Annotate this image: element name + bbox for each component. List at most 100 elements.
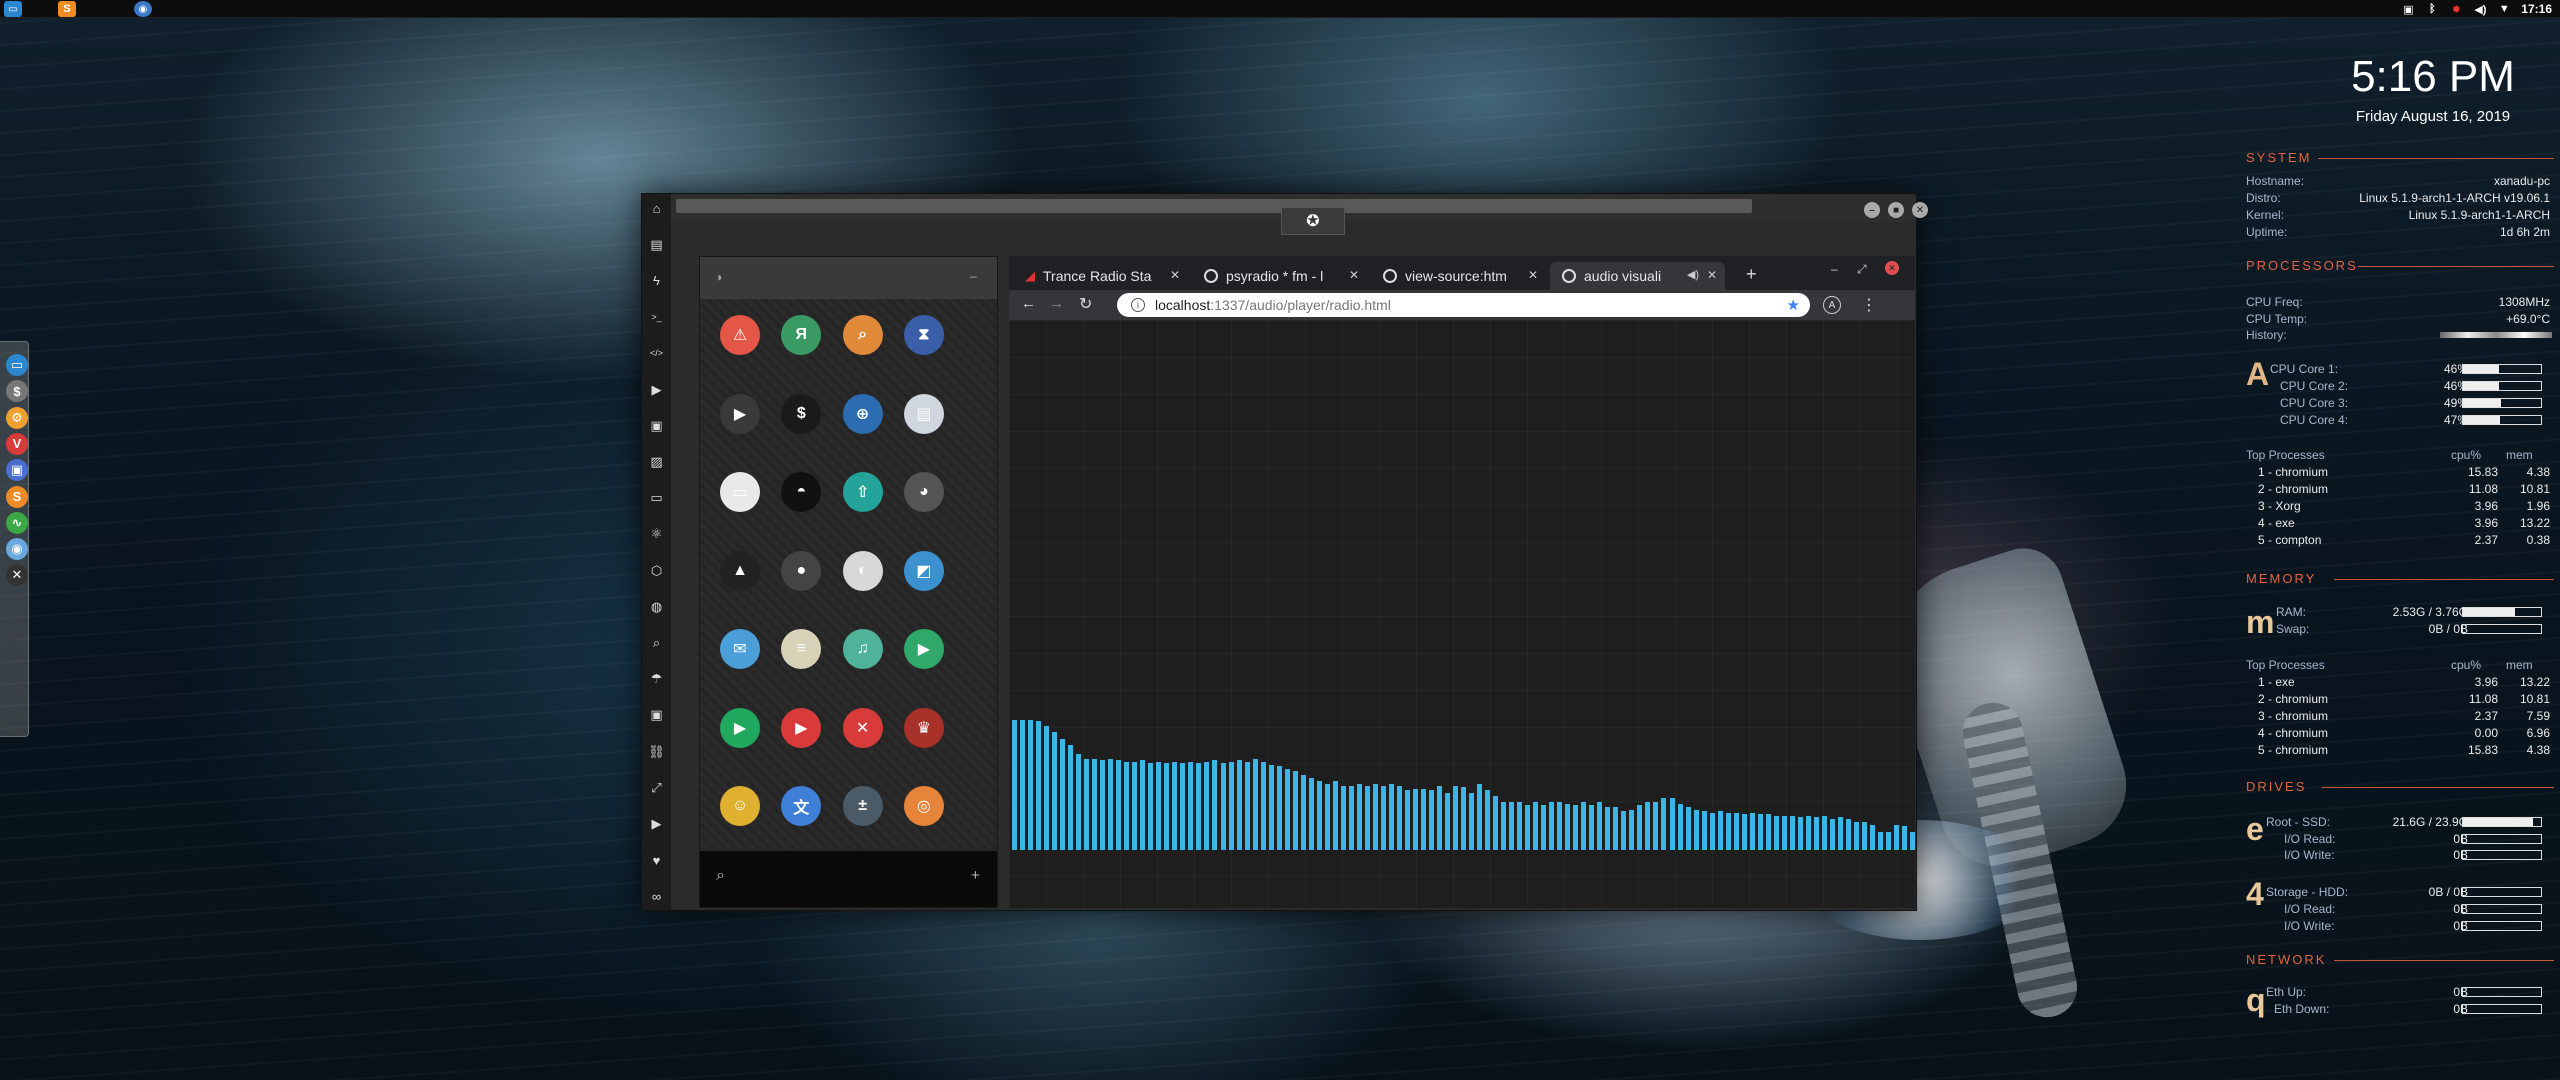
tab-trance-radio[interactable]: ◢ Trance Radio Sta ✕ <box>1013 262 1188 290</box>
infinity-icon[interactable]: ∞ <box>648 888 665 905</box>
deathstar-app-icon[interactable]: ● <box>781 550 822 591</box>
player-app-icon[interactable]: ▶ <box>720 707 760 748</box>
wifi-icon[interactable]: ▼ <box>2497 3 2511 15</box>
drawer-search-bar[interactable]: ⌕ + <box>700 851 997 907</box>
drawer-collapse-button[interactable]: – <box>970 269 977 283</box>
back-button[interactable]: ← <box>1021 295 1036 312</box>
mail-app-icon[interactable]: ✉ <box>720 629 760 669</box>
calculator-app-icon[interactable]: ± <box>842 786 883 826</box>
browser-minimize-button[interactable]: – <box>1831 262 1838 276</box>
link-icon[interactable]: ⛓ <box>648 743 665 760</box>
youtube-icon[interactable]: ▶ <box>648 815 665 832</box>
close-tab-icon[interactable]: ✕ <box>1349 268 1359 282</box>
files-icon[interactable]: ▭ <box>4 1 22 17</box>
browser-close-button[interactable]: ✕ <box>1885 261 1899 275</box>
code-icon[interactable]: </> <box>648 345 665 362</box>
new-tab-button[interactable]: + <box>1746 264 1757 285</box>
close-tab-icon[interactable]: ✕ <box>1707 268 1717 282</box>
moon-app-icon[interactable]: ◐ <box>842 550 883 591</box>
globe-app-icon[interactable]: ⊕ <box>842 393 883 434</box>
theme-toggle-icon[interactable]: ◑ <box>715 270 722 284</box>
home-icon[interactable]: ⌂ <box>648 200 665 217</box>
radio-icon: ◢ <box>1025 268 1035 283</box>
window-titlebar[interactable]: ✪ – ■ ✕ <box>671 194 1928 235</box>
reload-button[interactable]: ↻ <box>1079 294 1092 314</box>
window-app-icon[interactable]: ▭ <box>720 472 760 512</box>
screens-icon[interactable]: ▣ <box>648 417 665 434</box>
screen-icon[interactable]: ▣ <box>6 459 28 482</box>
image-icon[interactable]: ▨ <box>648 453 665 470</box>
extension-icon[interactable]: A <box>1823 296 1841 314</box>
maps-app-icon[interactable]: ◩ <box>903 550 944 591</box>
bluetooth-icon[interactable]: ᛒ <box>2425 3 2439 15</box>
github-app-icon[interactable]: ◕ <box>903 472 944 512</box>
files-icon[interactable]: ▭ <box>6 354 28 376</box>
monitor-icon[interactable]: ∿ <box>6 511 28 534</box>
panel-clock[interactable]: 17:16 <box>2521 2 2552 16</box>
bolt-icon[interactable]: ϟ <box>648 272 665 289</box>
x-app-icon[interactable]: ✕ <box>6 564 28 587</box>
notes-app-icon[interactable]: ≡ <box>781 629 822 669</box>
hourglass-app-icon[interactable]: ⧗ <box>903 315 944 355</box>
app-window: ⌂ ▤ ϟ >_ </> ▶ ▣ ▨ ▭ ⚛ ⬡ ◍ ⌕ ☂ ▣ ⛓ ⤢ ▶ ♥ ∞ ✪ – ■ ✕ ◑ – ⚠ Я ⌕ ⧗… <box>641 193 1928 911</box>
maximize-button[interactable]: ■ <box>1888 202 1904 218</box>
search-icon[interactable]: ⌕ <box>648 634 665 651</box>
volume-icon[interactable]: ◀) <box>2473 3 2487 16</box>
globe-icon[interactable]: ◍ <box>648 598 665 615</box>
search-icon[interactable]: ⌕ <box>716 867 725 885</box>
close-tab-icon[interactable]: ✕ <box>1170 268 1180 282</box>
music-app-icon[interactable]: ♫ <box>842 629 883 669</box>
settings-icon[interactable]: ⚙ <box>6 406 28 429</box>
close-button[interactable]: ✕ <box>1912 202 1928 218</box>
info-icon[interactable]: i <box>1131 298 1145 312</box>
terminal-icon[interactable]: >_ <box>648 309 665 326</box>
play-icon[interactable]: ▶ <box>648 381 665 398</box>
forward-button[interactable]: → <box>1049 295 1064 312</box>
screenshot-icon[interactable]: ▣ <box>2401 3 2415 16</box>
dollar-icon[interactable]: $ <box>6 380 28 403</box>
bookmark-star-icon[interactable]: ★ <box>1787 296 1800 314</box>
youtube-app-icon[interactable]: ▶ <box>781 707 822 748</box>
atom-icon[interactable]: ⚛ <box>648 526 665 543</box>
document-icon[interactable]: ▤ <box>648 236 665 253</box>
terminal-app-icon[interactable]: $ <box>781 393 822 434</box>
umbrella-icon[interactable]: ☂ <box>648 671 665 688</box>
close-app-icon[interactable]: ✕ <box>842 707 883 748</box>
sublime-app-icon[interactable]: ▶ <box>720 393 760 434</box>
chromium-icon[interactable]: ◉ <box>6 538 28 561</box>
heart-icon[interactable]: ♥ <box>648 852 665 869</box>
starfleet-app-icon[interactable]: ▲ <box>720 550 760 591</box>
mask-app-icon[interactable]: ◓ <box>781 472 822 512</box>
tab-psyradio[interactable]: psyradio * fm - l ✕ <box>1192 262 1367 290</box>
search-app-icon[interactable]: ⌕ <box>842 315 883 355</box>
camera-app-icon[interactable]: ◎ <box>903 786 944 826</box>
address-bar[interactable]: i localhost:1337/audio/player/radio.html… <box>1117 293 1810 317</box>
settings-alert-icon[interactable]: ✹ <box>2449 3 2463 16</box>
hexagon-icon[interactable]: ⬡ <box>648 562 665 579</box>
minimize-button[interactable]: – <box>1864 202 1880 218</box>
sublime-text-icon[interactable]: S <box>58 1 76 17</box>
contact-icon[interactable]: ▣ <box>648 707 665 724</box>
cpu-core-meter <box>2462 398 2542 408</box>
upload-app-icon[interactable]: ⇧ <box>842 472 883 512</box>
c3po-app-icon[interactable]: ☺ <box>720 786 760 826</box>
alert-app-icon[interactable]: ⚠ <box>720 315 760 355</box>
ironman-app-icon[interactable]: ♛ <box>903 707 944 748</box>
chromium-icon[interactable]: ◉ <box>134 1 152 17</box>
video-app-icon[interactable]: ▶ <box>903 629 944 669</box>
add-icon[interactable]: + <box>971 867 980 884</box>
menu-kebab-icon[interactable]: ⋮ <box>1861 295 1877 315</box>
yandex-app-icon[interactable]: Я <box>781 315 822 355</box>
process-mem: 13.22 <box>2519 516 2550 530</box>
tab-audio-visualizer[interactable]: audio visuali ◀) ✕ <box>1550 262 1725 290</box>
sublime-icon[interactable]: S <box>6 485 28 508</box>
spectrum-bar <box>1292 770 1298 850</box>
translate-app-icon[interactable]: 文 <box>781 786 822 826</box>
card-icon[interactable]: ▭ <box>648 490 665 507</box>
expand-icon[interactable]: ⤢ <box>648 779 665 796</box>
browser-restore-button[interactable]: ⤢ <box>1857 262 1867 277</box>
storage-app-icon[interactable]: ▤ <box>903 393 944 434</box>
vivaldi-icon[interactable]: V <box>6 432 28 455</box>
close-tab-icon[interactable]: ✕ <box>1528 268 1538 282</box>
tab-view-source[interactable]: view-source:htm ✕ <box>1371 262 1546 290</box>
